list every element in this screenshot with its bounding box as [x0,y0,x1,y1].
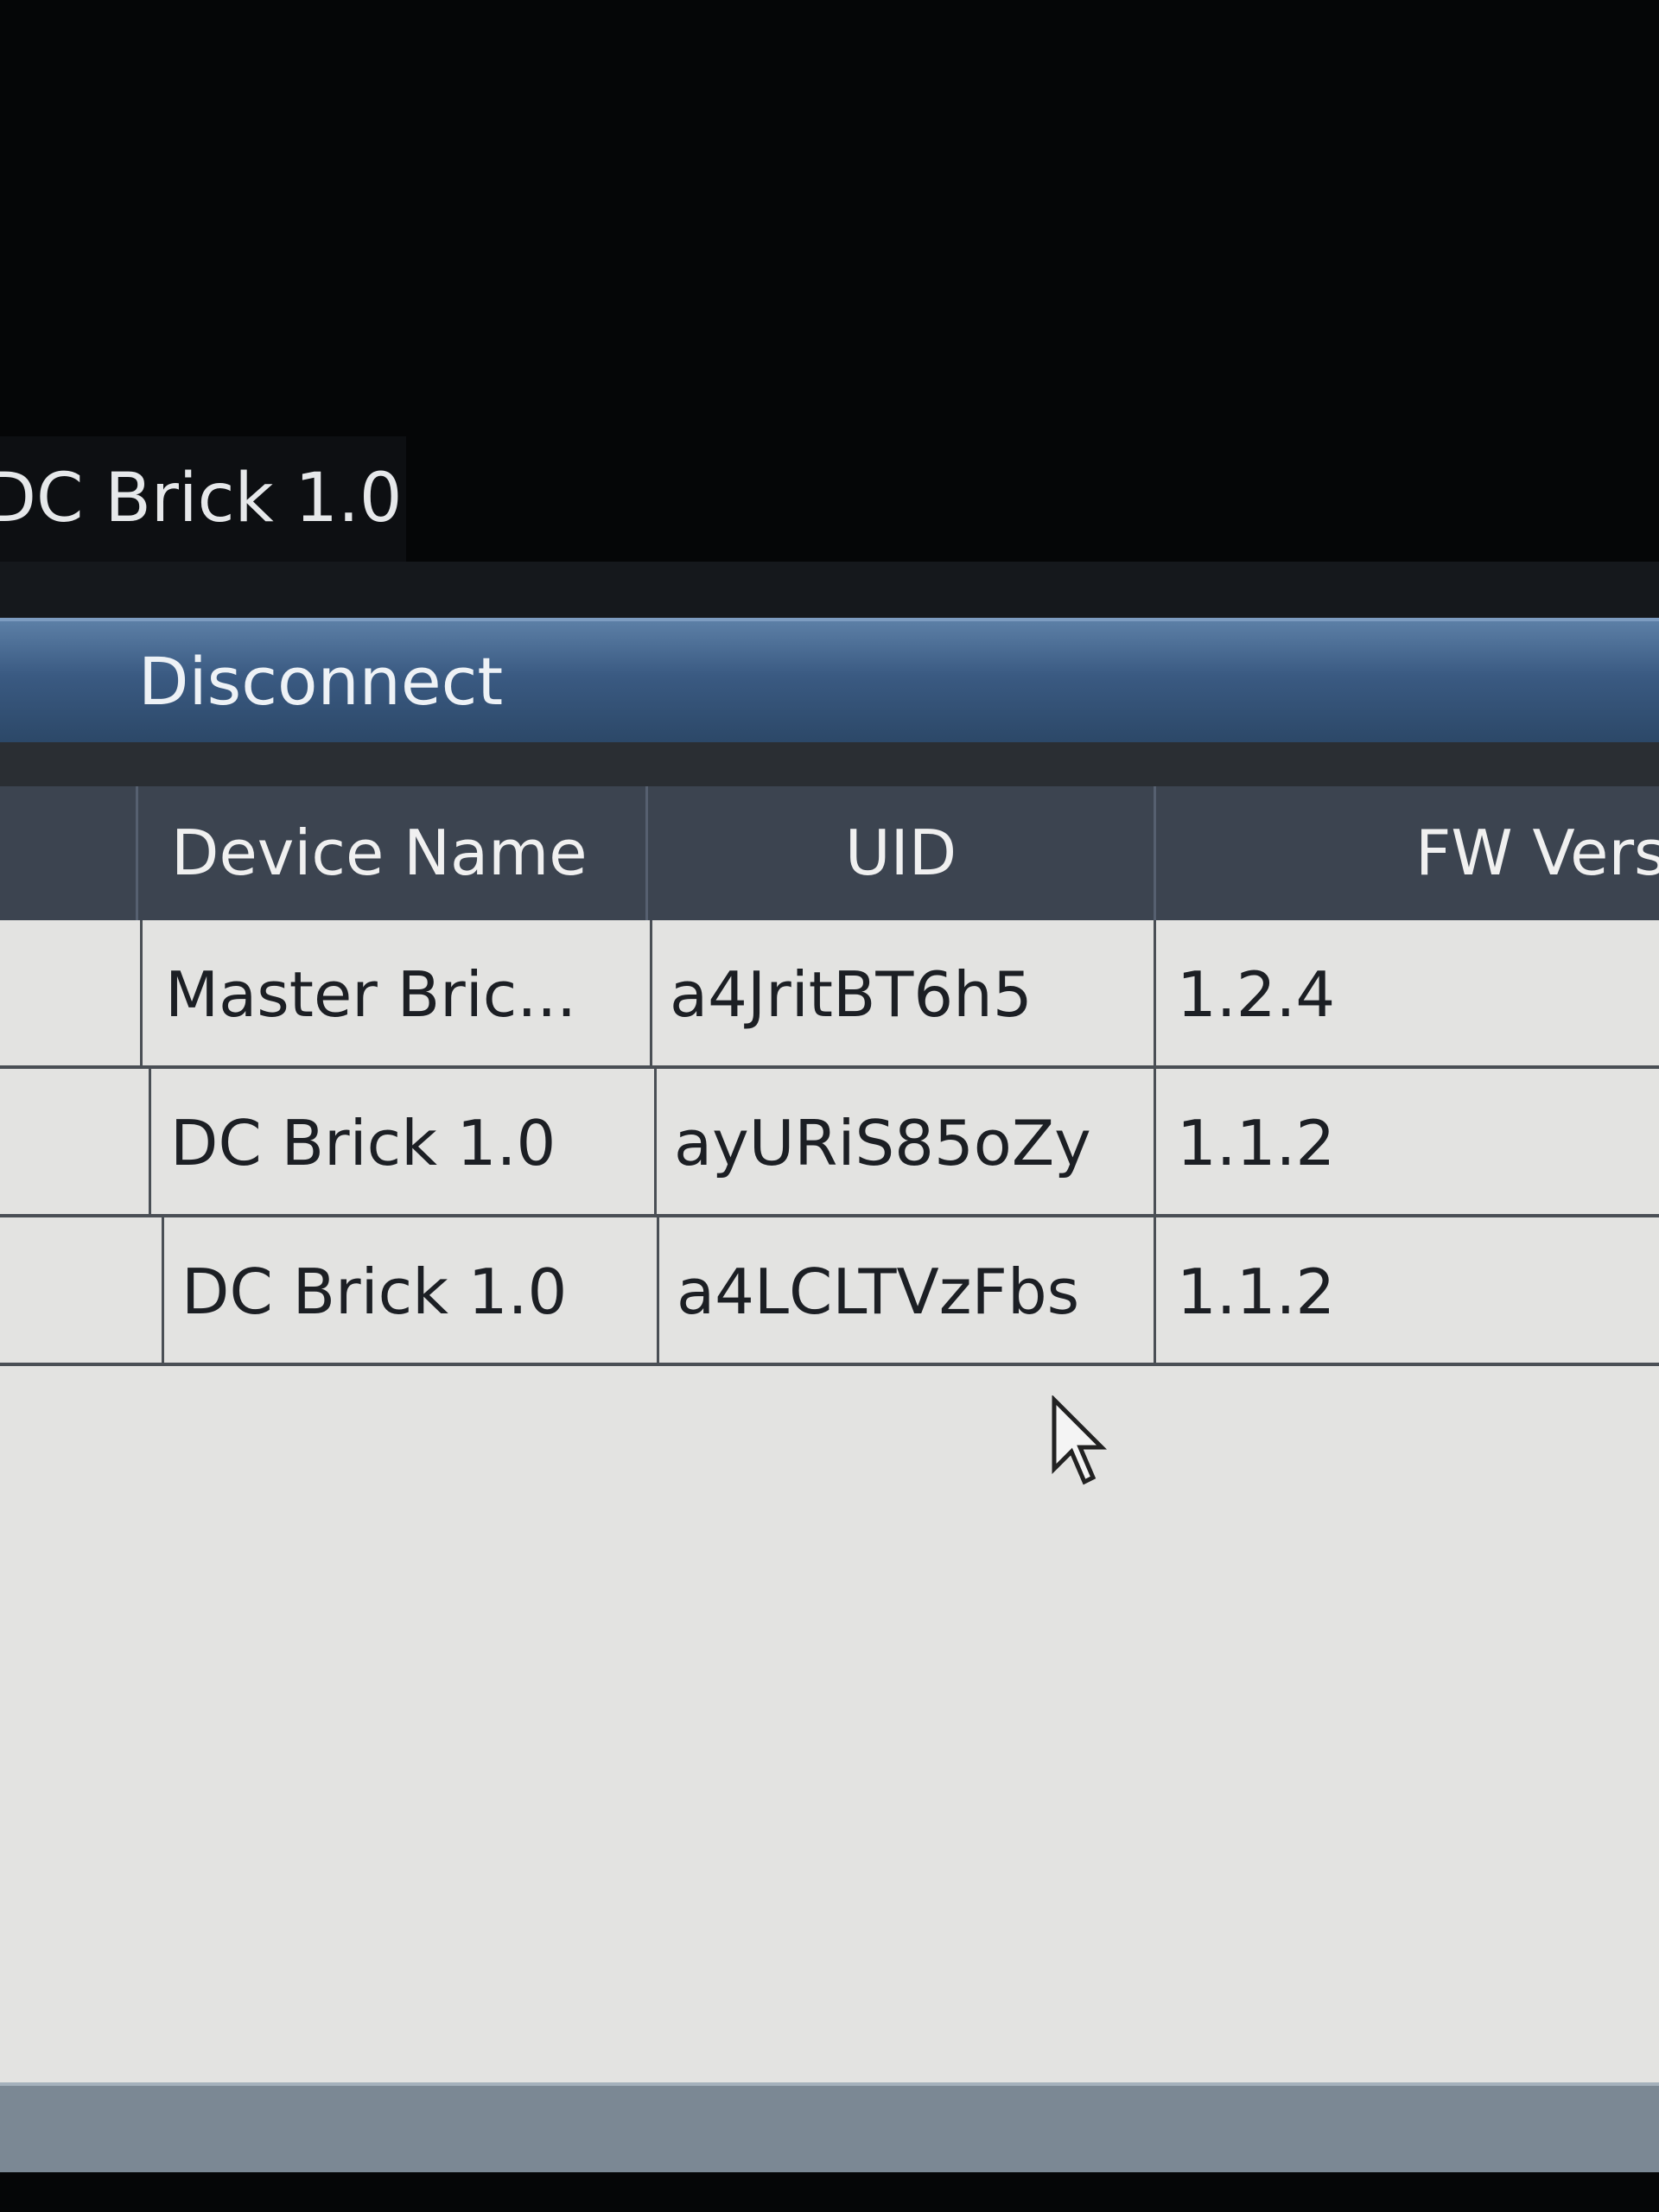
header-device-name[interactable]: Device Name [138,786,648,920]
table-header: Device Name UID FW Vers [0,786,1659,920]
table-row[interactable]: DC Brick 1.0 ayURiS85oZy 1.1.2 [0,1069,1659,1217]
table-row[interactable]: Master Bric... a4JritBT6h5 1.2.4 [0,920,1659,1069]
cell-uid: a4JritBT6h5 [652,920,1156,1069]
cell-fw-version: 1.2.4 [1177,958,1336,1031]
cell-device-name: Master Bric... [143,920,652,1069]
cell-uid: a4LCLTVzFbs [659,1217,1156,1366]
separator [0,742,1659,786]
cell-fw-version: 1.1.2 [1177,1255,1336,1328]
cell-fw-version: 1.1.2 [1177,1107,1336,1179]
cell-device-name: DC Brick 1.0 [151,1069,657,1217]
disconnect-button[interactable]: Disconnect [138,621,503,742]
row-stub [0,1217,164,1366]
cell-uid: ayURiS85oZy [657,1069,1156,1217]
row-stub [0,920,143,1069]
toolbar: Disconnect [0,618,1659,746]
device-table: Device Name UID FW Vers Master Bric... a… [0,786,1659,2082]
header-fw-version[interactable]: FW Vers [1156,786,1659,920]
header-uid[interactable]: UID [648,786,1156,920]
tab-bar-background [0,562,1659,622]
header-stub [0,786,138,920]
table-row[interactable]: DC Brick 1.0 a4LCLTVzFbs 1.1.2 [0,1217,1659,1366]
cell-device-name: DC Brick 1.0 [164,1217,659,1366]
row-stub [0,1069,151,1217]
tab-dc-brick[interactable]: DC Brick 1.0 [0,436,406,562]
status-bar [0,2082,1659,2172]
mouse-cursor-icon [1052,1395,1108,1485]
